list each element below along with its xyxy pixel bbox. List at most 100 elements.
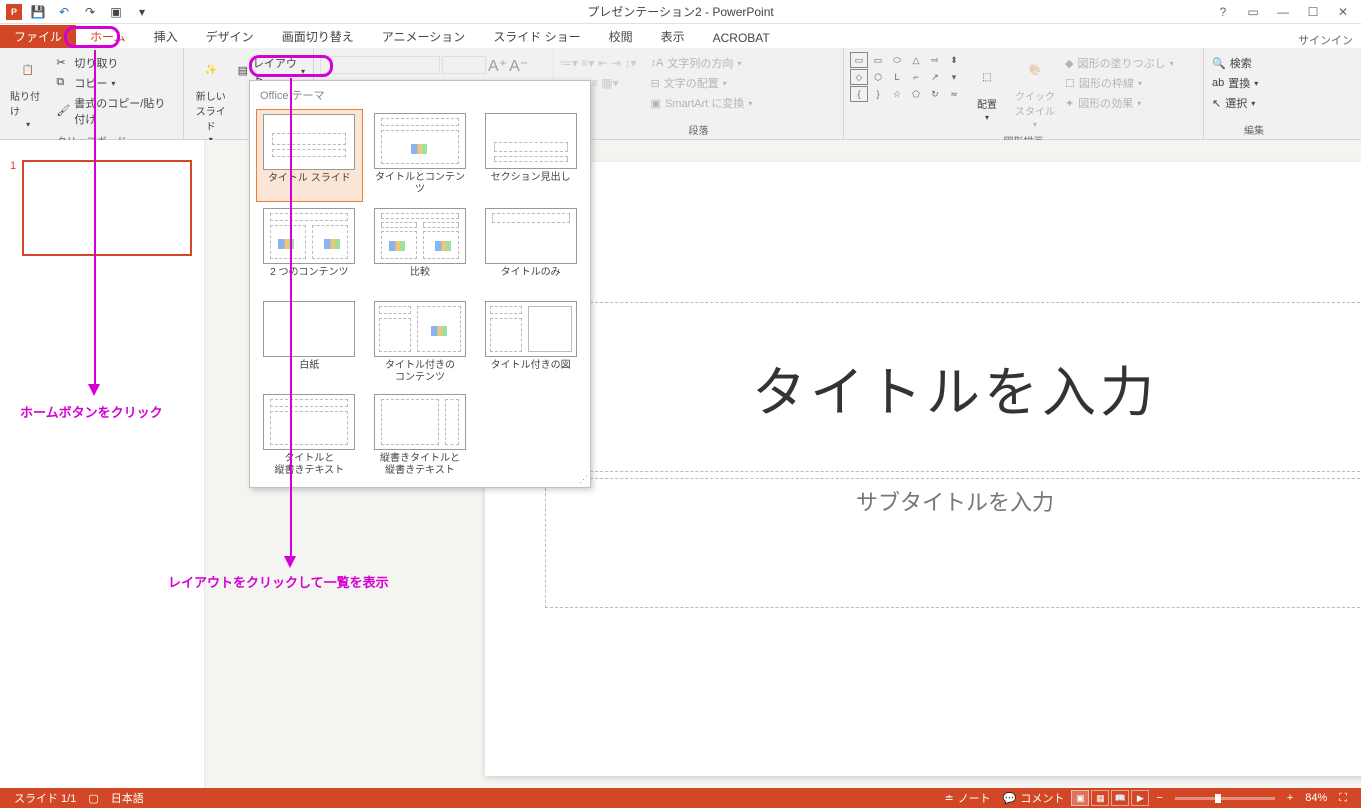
start-slideshow-icon[interactable]: ▣ (106, 2, 126, 22)
tab-home[interactable]: ホーム (76, 25, 140, 48)
tab-insert[interactable]: 挿入 (140, 25, 192, 48)
text-align-button[interactable]: ⊟文字の配置 ▾ (649, 74, 755, 92)
slide-thumbnail[interactable] (22, 160, 192, 256)
find-button[interactable]: 🔍検索 (1210, 54, 1298, 72)
tab-file[interactable]: ファイル (0, 25, 76, 48)
reading-view-icon[interactable]: 📖 (1111, 790, 1129, 806)
shape-fill-button[interactable]: ◆図形の塗りつぶし ▾ (1063, 54, 1176, 72)
layout-item-title-only[interactable]: タイトルのみ (477, 204, 584, 295)
tab-view[interactable]: 表示 (647, 25, 699, 48)
undo-icon[interactable]: ↶ (54, 2, 74, 22)
scissors-icon: ✂ (56, 56, 70, 70)
tab-design[interactable]: デザイン (192, 25, 268, 48)
layout-item-two-content[interactable]: 2 つのコンテンツ (256, 204, 363, 295)
app-icon: P (6, 4, 22, 20)
status-bar: スライド 1/1 ▢ 日本語 ≐ ノート 💬 コメント ▣ ▦ 📖 ▶ − + … (0, 788, 1361, 808)
subtitle-placeholder[interactable]: サブタイトルを入力 (545, 478, 1361, 608)
layout-item-blank[interactable]: 白紙 (256, 297, 363, 388)
select-button[interactable]: ↖選択 ▾ (1210, 94, 1298, 112)
redo-icon[interactable]: ↷ (80, 2, 100, 22)
zoom-level[interactable]: 84% (1299, 792, 1333, 804)
tab-animations[interactable]: アニメーション (368, 25, 480, 48)
new-slide-label: 新しい スライド (194, 88, 228, 133)
layout-dropdown: Office テーマ タイトル スライド タイトルとコンテンツ セクション見出し… (249, 80, 591, 488)
arrange-icon: ⬚ (971, 62, 1003, 94)
minimize-icon[interactable]: — (1273, 2, 1293, 22)
title-text: タイトルを入力 (752, 348, 1158, 427)
annotation-arrowhead-home (88, 384, 100, 396)
workspace: 1 タイトルを入力 サブタイトルを入力 (0, 140, 1361, 788)
save-icon[interactable]: 💾 (28, 2, 48, 22)
help-icon[interactable]: ? (1213, 2, 1233, 22)
annotation-text-home: ホームボタンをクリック (20, 402, 163, 421)
notes-button[interactable]: ≐ ノート (938, 790, 996, 806)
signin-link[interactable]: サインイン (1298, 32, 1361, 48)
new-slide-icon: ✨ (195, 54, 227, 86)
title-placeholder[interactable]: タイトルを入力 (545, 302, 1361, 472)
tab-acrobat[interactable]: ACROBAT (699, 28, 784, 48)
shape-outline-button[interactable]: ☐図形の枠線 ▾ (1063, 74, 1176, 92)
ribbon-tabs: ファイル ホーム 挿入 デザイン 画面切り替え アニメーション スライド ショー… (0, 24, 1361, 48)
slide-canvas[interactable]: タイトルを入力 サブタイトルを入力 (485, 162, 1361, 776)
status-slide-count[interactable]: スライド 1/1 (8, 790, 82, 806)
smartart-icon: ▣ (651, 97, 661, 110)
layout-item-title-content[interactable]: タイトルとコンテンツ (367, 109, 474, 202)
annotation-arrow-home (94, 50, 96, 386)
replace-button[interactable]: ab置換 ▾ (1210, 74, 1298, 92)
thumbnail-pane[interactable]: 1 (0, 140, 205, 788)
zoom-in-icon[interactable]: + (1281, 792, 1299, 804)
slideshow-view-icon[interactable]: ▶ (1131, 790, 1149, 806)
zoom-out-icon[interactable]: − (1150, 792, 1168, 804)
layout-item-content-caption[interactable]: タイトル付きの コンテンツ (367, 297, 474, 388)
select-icon: ↖ (1212, 97, 1221, 110)
title-bar: P 💾 ↶ ↷ ▣ ▾ プレゼンテーション2 - PowerPoint ? ▭ … (0, 0, 1361, 24)
fit-window-icon[interactable]: ⛶ (1333, 792, 1353, 805)
paste-button[interactable]: 📋 貼り付け ▾ (6, 52, 50, 131)
layout-icon: ▤ (238, 64, 249, 78)
format-painter-button[interactable]: 🖌書式のコピー/貼り付け (54, 94, 177, 128)
qat-more-icon[interactable]: ▾ (132, 2, 152, 22)
maximize-icon[interactable]: ☐ (1303, 2, 1323, 22)
status-language[interactable]: 日本語 (105, 790, 150, 806)
text-direction-button[interactable]: ↕A文字列の方向 ▾ (649, 54, 755, 72)
layout-item-title-slide[interactable]: タイトル スライド (256, 109, 363, 202)
close-icon[interactable]: ✕ (1333, 2, 1353, 22)
annotation-arrowhead-layout (284, 556, 296, 568)
zoom-slider[interactable] (1175, 797, 1275, 800)
layout-item-picture-caption[interactable]: タイトル付きの図 (477, 297, 584, 388)
copy-icon: ⧉ (56, 76, 70, 90)
comments-button[interactable]: 💬 コメント (997, 790, 1071, 806)
tab-slideshow[interactable]: スライド ショー (479, 25, 594, 48)
sorter-view-icon[interactable]: ▦ (1091, 790, 1109, 806)
group-label-paragraph: 段落 (560, 120, 837, 137)
layout-item-section-header[interactable]: セクション見出し (477, 109, 584, 202)
layout-item-title-vert-text[interactable]: タイトルと 縦書きテキスト (256, 390, 363, 481)
normal-view-icon[interactable]: ▣ (1071, 790, 1089, 806)
group-label-editing: 編集 (1210, 120, 1298, 137)
outline-icon: ☐ (1065, 77, 1075, 90)
resize-grip-icon[interactable]: ⋰ (579, 474, 588, 485)
brush-icon: 🖌 (56, 104, 70, 118)
paste-icon: 📋 (12, 54, 44, 86)
shape-effects-button[interactable]: ✦図形の効果 ▾ (1063, 94, 1176, 112)
paste-label: 貼り付け (10, 88, 46, 118)
ribbon: 📋 貼り付け ▾ ✂切り取り ⧉コピー ▾ 🖌書式のコピー/貼り付け クリップボ… (0, 48, 1361, 140)
ribbon-options-icon[interactable]: ▭ (1243, 2, 1263, 22)
layout-item-comparison[interactable]: 比較 (367, 204, 474, 295)
search-icon: 🔍 (1212, 57, 1226, 70)
window-title: プレゼンテーション2 - PowerPoint (587, 3, 773, 20)
arrange-button[interactable]: ⬚配置▾ (967, 52, 1007, 131)
layout-item-vert-title-text[interactable]: 縦書きタイトルと 縦書きテキスト (367, 390, 474, 481)
copy-button[interactable]: ⧉コピー ▾ (54, 74, 177, 92)
new-slide-button[interactable]: ✨ 新しい スライド ▾ (190, 52, 232, 146)
smartart-button[interactable]: ▣SmartArt に変換 ▾ (649, 94, 755, 112)
shapes-gallery[interactable]: ▭▭⬭△⇨⬍ ◇⬡L⌐↗▾ {}☆⬠↻≂ (850, 52, 963, 131)
spellcheck-icon[interactable]: ▢ (82, 792, 104, 805)
tab-transitions[interactable]: 画面切り替え (268, 25, 368, 48)
quickstyle-icon: 🎨 (1019, 54, 1051, 86)
cut-button[interactable]: ✂切り取り (54, 54, 177, 72)
tab-review[interactable]: 校閲 (595, 25, 647, 48)
quickstyle-button[interactable]: 🎨クイック スタイル▾ (1011, 52, 1059, 131)
effects-icon: ✦ (1065, 97, 1074, 110)
text-align-icon: ⊟ (651, 77, 660, 90)
